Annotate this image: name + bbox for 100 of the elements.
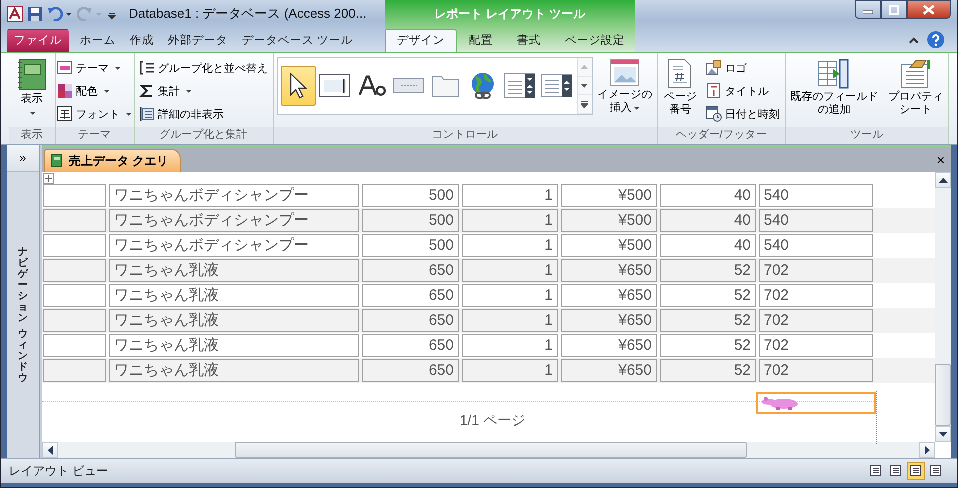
ribbon-button[interactable]: 集計 (137, 80, 270, 102)
table-cell: 40 (660, 234, 756, 257)
table-cell: 650 (362, 334, 459, 357)
table-cell: ¥500 (561, 209, 657, 232)
down-arrow-icon (581, 84, 588, 88)
help-icon[interactable] (927, 31, 945, 49)
maximize-button[interactable] (881, 0, 907, 19)
hide-details-icon (139, 106, 156, 122)
ribbon-tab[interactable]: ホーム (73, 29, 123, 52)
ribbon-tab[interactable]: データベース ツール (235, 29, 360, 52)
table-cell: 1 (462, 284, 558, 307)
table-cell: 702 (759, 334, 873, 357)
table-cell: ¥650 (561, 334, 657, 357)
document-tab[interactable]: 売上データ クエリ (44, 149, 182, 172)
table-cell: ¥650 (561, 284, 657, 307)
ribbon-tab[interactable]: 書式 (505, 29, 553, 52)
group-label: テーマ (56, 127, 134, 144)
table-cell: 702 (759, 284, 873, 307)
scroll-down-button[interactable] (578, 76, 592, 96)
table-cell: ¥500 (561, 184, 657, 207)
ribbon-button[interactable]: 詳細の非表示 (137, 103, 270, 125)
table-cell: 1 (462, 234, 558, 257)
table-cell: 650 (362, 259, 459, 282)
table-cell: ワニちゃんボディシャンプー (109, 209, 359, 232)
table-cell: 40 (660, 184, 756, 207)
ribbon-button[interactable]: 既存のフィールドの追加 (787, 57, 882, 120)
scroll-left-button[interactable] (42, 442, 58, 458)
close-document-button[interactable]: × (930, 152, 951, 168)
ribbon-tab[interactable]: 作成 (123, 29, 161, 52)
navigation-pane-label[interactable]: ナビゲーション (18, 246, 28, 324)
table-cell: 702 (759, 259, 873, 282)
caret-icon (104, 90, 110, 92)
ribbon-button[interactable]: フォント (56, 103, 134, 125)
scroll-down-button[interactable] (935, 426, 951, 442)
caret-icon (186, 90, 192, 92)
ribbon-button[interactable]: タイトル (704, 80, 782, 102)
ribbon-button[interactable]: 日付と時刻 (704, 103, 782, 125)
up-arrow-icon (938, 178, 948, 182)
property-sheet-icon (900, 59, 932, 89)
ribbon-tab[interactable]: 外部データ (161, 29, 235, 52)
table-cell: 52 (660, 359, 756, 382)
ribbon-button[interactable]: グループ化と並べ替え (137, 57, 270, 79)
table-cell: 40 (660, 209, 756, 232)
table-cell: 650 (362, 284, 459, 307)
layout-view-icon[interactable] (907, 462, 925, 480)
table-cell: ワニちゃん乳液 (109, 259, 359, 282)
table-cell: 650 (362, 359, 459, 382)
notebook-icon (16, 59, 47, 91)
ribbon-button[interactable]: プロパティシート (886, 57, 947, 120)
scroll-thumb[interactable] (935, 364, 951, 426)
table-cell: ¥650 (561, 359, 657, 382)
report-icon (51, 154, 63, 168)
ribbon-tab[interactable]: 配置 (457, 29, 505, 52)
group-sort-icon (139, 60, 156, 76)
scroll-up-button[interactable] (935, 172, 951, 188)
up-arrow-icon (581, 64, 588, 69)
theme-icon (57, 60, 74, 76)
logo-icon (706, 60, 722, 76)
table-cell: ワニちゃんボディシャンプー (109, 184, 359, 207)
table-cell: ワニちゃん乳液 (109, 284, 359, 307)
ribbon-tab[interactable]: デザイン (385, 29, 457, 52)
maximize-icon (889, 4, 899, 14)
close-button[interactable] (907, 0, 951, 19)
expand-button[interactable]: » (7, 145, 39, 172)
more-button[interactable] (578, 95, 592, 114)
app-icon[interactable] (7, 6, 23, 22)
save-icon[interactable] (27, 6, 43, 22)
move-handle-icon[interactable] (43, 173, 54, 184)
table-cell: ワニちゃんボディシャンプー (109, 234, 359, 257)
table-cell: 52 (660, 309, 756, 332)
group-label: ヘッダー/フッター (658, 127, 785, 144)
status-text: レイアウト ビュー (9, 462, 108, 480)
ribbon-button[interactable]: ロゴ (704, 57, 782, 79)
image-icon (610, 59, 640, 87)
table-cell: 540 (759, 234, 873, 257)
table-cell: 52 (660, 259, 756, 282)
table-cell: ワニちゃん乳液 (109, 334, 359, 357)
ribbon-button[interactable]: 表示 (16, 57, 48, 118)
date-time-icon (706, 106, 722, 122)
scroll-right-button[interactable] (919, 442, 935, 458)
navigation-pane-label[interactable]: ウィンドウ (18, 328, 28, 384)
caret-icon (126, 112, 132, 116)
scroll-thumb[interactable] (235, 442, 747, 458)
ribbon-tab[interactable]: ページ設定 (553, 29, 637, 52)
table-cell: 52 (660, 334, 756, 357)
ribbon-button[interactable]: テーマ (56, 57, 134, 79)
ribbon-tab[interactable]: ファイル (7, 29, 69, 52)
list-box-icon (541, 74, 574, 98)
gallery-item[interactable] (280, 66, 316, 106)
ribbon-button[interactable]: 配色 (56, 80, 134, 102)
page-number: 1/1 ページ (460, 412, 526, 430)
ribbon-button[interactable]: イメージの挿入 (596, 57, 654, 118)
collapse-ribbon-icon[interactable] (909, 36, 919, 44)
add-fields-icon (818, 59, 850, 89)
more-icon (581, 100, 588, 108)
table-cell: 500 (362, 184, 459, 207)
undo-icon[interactable] (47, 6, 73, 22)
minimize-button[interactable] (855, 0, 881, 19)
combo-box-icon (504, 72, 536, 100)
ribbon-button[interactable]: ページ番号 (660, 57, 700, 120)
